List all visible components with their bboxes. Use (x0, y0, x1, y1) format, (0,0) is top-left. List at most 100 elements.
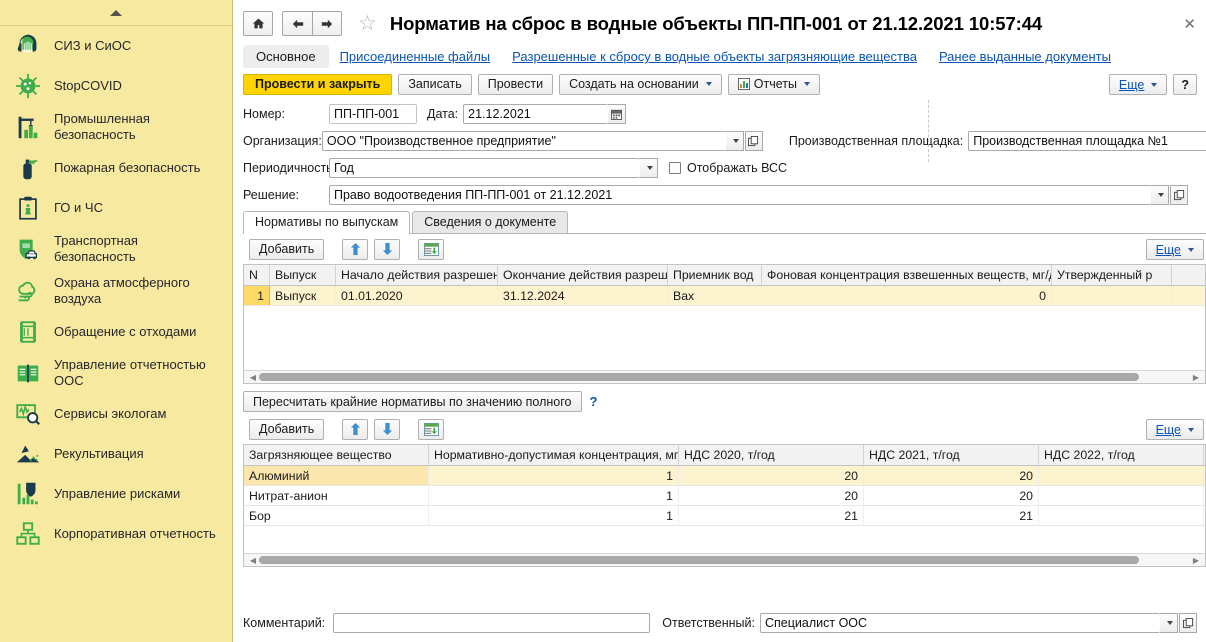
table-row[interactable]: Бор12121 (244, 506, 1205, 526)
table-cell[interactable]: 01.01.2020 (336, 286, 498, 305)
sidebar-item-11[interactable]: Рекультивация (0, 434, 232, 474)
periodicity-input[interactable]: Год (329, 158, 640, 178)
table1-column-header[interactable]: Утвержденный р (1052, 265, 1172, 285)
table1-move-up-button[interactable] (342, 239, 368, 260)
table2-column-header[interactable]: НДС 2020, т/год (679, 445, 864, 465)
nav-link-3[interactable]: Разрешенные к сбросу в водные объекты за… (501, 45, 928, 68)
sidebar-item-7[interactable]: Охрана атмосферного воздуха (0, 270, 232, 312)
organization-open-button[interactable] (745, 131, 763, 151)
sidebar-item-3[interactable]: Промышленная безопасность (0, 106, 232, 148)
sidebar-item-5[interactable]: ГО и ЧС (0, 188, 232, 228)
scroll-right-icon[interactable]: ▶ (1190, 373, 1202, 382)
table1-column-header[interactable]: Окончание действия разрешения (498, 265, 668, 285)
sidebar-item-9[interactable]: Управление отчетностью ООС (0, 352, 232, 394)
table-cell[interactable]: 1 (429, 486, 679, 505)
table-row[interactable]: 1Выпуск01.01.202031.12.2024Вах0 (244, 286, 1205, 306)
comment-input[interactable] (333, 613, 650, 633)
table-cell[interactable]: Вах (668, 286, 762, 305)
table1-add-button[interactable]: Добавить (249, 239, 324, 260)
table-cell[interactable]: 21 (679, 506, 864, 525)
scroll-right-icon[interactable]: ▶ (1190, 556, 1202, 565)
tab-2[interactable]: Сведения о документе (412, 211, 568, 233)
write-button[interactable]: Записать (398, 74, 471, 95)
help-button[interactable]: ? (1173, 74, 1197, 95)
tab-1[interactable]: Нормативы по выпускам (243, 211, 410, 234)
table1-fill-button[interactable] (418, 239, 444, 260)
nav-link-4[interactable]: Ранее выданные документы (928, 45, 1122, 68)
table1-column-header[interactable]: Фоновая концентрация взвешенных веществ,… (762, 265, 1052, 285)
table2-move-up-button[interactable] (342, 419, 368, 440)
sidebar-item-6[interactable]: Транспортная безопасность (0, 228, 232, 270)
table-row[interactable]: Нитрат-анион12020 (244, 486, 1205, 506)
table2-fill-button[interactable] (418, 419, 444, 440)
organization-input[interactable]: ООО "Производственное предприятие" (322, 131, 726, 151)
table-cell[interactable]: 21 (864, 506, 1039, 525)
recalc-help-icon[interactable]: ? (590, 394, 598, 409)
table2-add-button[interactable]: Добавить (249, 419, 324, 440)
table-cell[interactable]: 1 (429, 506, 679, 525)
table-cell[interactable]: 20 (864, 486, 1039, 505)
back-button[interactable] (282, 11, 312, 36)
table-cell[interactable] (1039, 506, 1204, 525)
table2-column-header[interactable]: Загрязняющее вещество (244, 445, 429, 465)
table2-column-header[interactable]: НДС 2021, т/год (864, 445, 1039, 465)
close-icon[interactable]: ✕ (1183, 15, 1196, 33)
table-cell[interactable]: 20 (679, 486, 864, 505)
table2-move-down-button[interactable] (374, 419, 400, 440)
decision-open-button[interactable] (1170, 185, 1188, 205)
periodicity-dropdown-button[interactable] (640, 158, 658, 178)
more-button[interactable]: Еще (1109, 74, 1167, 95)
table1-column-header[interactable]: N (244, 265, 270, 285)
post-button[interactable]: Провести (478, 74, 553, 95)
table-cell[interactable]: Алюминий (244, 466, 429, 485)
create-based-on-button[interactable]: Создать на основании (559, 74, 722, 95)
show-vss-checkbox[interactable] (669, 162, 681, 174)
scroll-left-icon[interactable]: ◀ (247, 373, 259, 382)
table2-more-button[interactable]: Еще (1146, 419, 1204, 440)
table-cell[interactable]: 31.12.2024 (498, 286, 668, 305)
scroll-thumb[interactable] (259, 373, 1139, 381)
date-input[interactable]: 21.12.2021 (463, 104, 608, 124)
sidebar-item-2[interactable]: StopCOVID (0, 66, 232, 106)
number-input[interactable]: ПП-ПП-001 (329, 104, 417, 124)
responsible-open-button[interactable] (1179, 613, 1197, 633)
table-cell[interactable]: Бор (244, 506, 429, 525)
table2-column-header[interactable]: Нормативно-допустимая концентрация, мг/д… (429, 445, 679, 465)
reports-button[interactable]: Отчеты (728, 74, 820, 95)
decision-input[interactable]: Право водоотведения ПП-ПП-001 от 21.12.2… (329, 185, 1151, 205)
table1-column-header[interactable]: Приемник вод (668, 265, 762, 285)
sidebar-item-1[interactable]: СИЗ и СиОС (0, 26, 232, 66)
table-cell[interactable]: 1 (244, 286, 270, 305)
sidebar-item-8[interactable]: Обращение с отходами (0, 312, 232, 352)
sidebar-item-10[interactable]: Сервисы экологам (0, 394, 232, 434)
table1-horizontal-scrollbar[interactable]: ◀ ▶ (244, 370, 1205, 383)
table1-move-down-button[interactable] (374, 239, 400, 260)
table1-column-header[interactable]: Начало действия разрешения (336, 265, 498, 285)
table-row[interactable]: Алюминий12020 (244, 466, 1205, 486)
decision-dropdown-button[interactable] (1151, 185, 1169, 205)
table-cell[interactable]: Нитрат-анион (244, 486, 429, 505)
forward-button[interactable] (312, 11, 342, 36)
table-cell[interactable]: Выпуск (270, 286, 336, 305)
table1-more-button[interactable]: Еще (1146, 239, 1204, 260)
table-cell[interactable]: 20 (864, 466, 1039, 485)
table-cell[interactable]: 20 (679, 466, 864, 485)
post-and-close-button[interactable]: Провести и закрыть (243, 74, 392, 95)
table2-horizontal-scrollbar[interactable]: ◀ ▶ (244, 553, 1205, 566)
nav-link-2[interactable]: Присоединенные файлы (329, 45, 502, 68)
scroll-thumb[interactable] (259, 556, 1139, 564)
scroll-left-icon[interactable]: ◀ (247, 556, 259, 565)
table2-column-header[interactable]: НДС 2022, т/год (1039, 445, 1204, 465)
table-cell[interactable] (1039, 486, 1204, 505)
recalc-button[interactable]: Пересчитать крайние нормативы по значени… (243, 391, 582, 412)
table-cell[interactable] (1039, 466, 1204, 485)
sidebar-item-13[interactable]: Корпоративная отчетность (0, 514, 232, 554)
table-cell[interactable] (1052, 286, 1172, 305)
table-cell[interactable]: 1 (429, 466, 679, 485)
responsible-input[interactable]: Специалист ООС (760, 613, 1160, 633)
responsible-dropdown-button[interactable] (1160, 613, 1178, 633)
sidebar-item-12[interactable]: Управление рисками (0, 474, 232, 514)
table1-column-header[interactable]: Выпуск (270, 265, 336, 285)
organization-dropdown-button[interactable] (726, 131, 744, 151)
site-input[interactable]: Производственная площадка №1 (968, 131, 1206, 151)
